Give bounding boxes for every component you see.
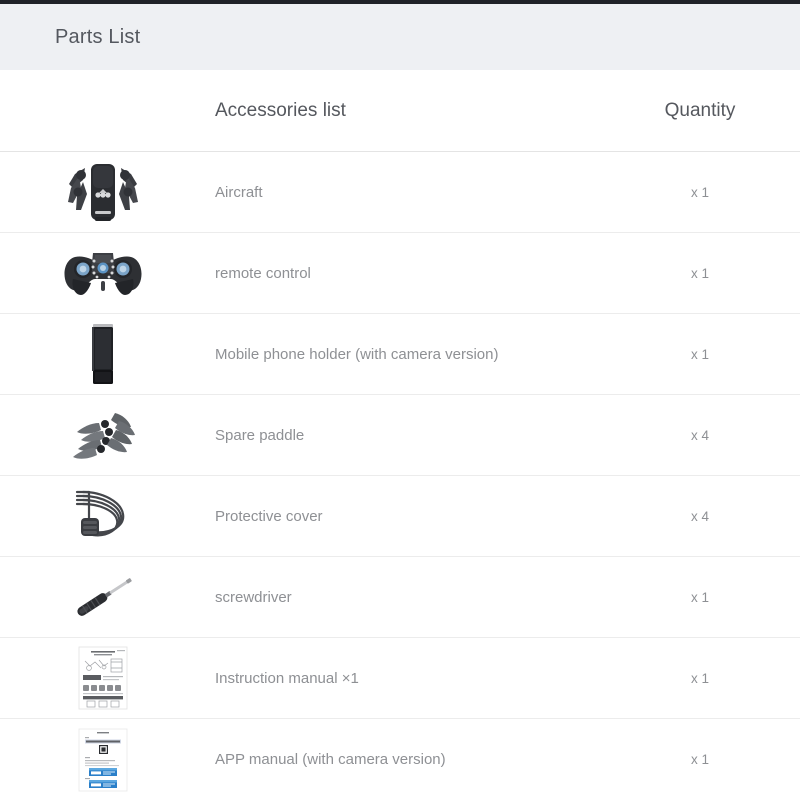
remote-control-icon xyxy=(59,239,147,307)
header-quantity: Quantity xyxy=(600,100,800,122)
row-name: Spare paddle xyxy=(205,427,600,444)
drone-folded-icon xyxy=(59,158,147,226)
thumbnail-cell xyxy=(0,314,205,394)
row-quantity: x 4 xyxy=(600,509,800,524)
table-header-row: Accessories list Quantity xyxy=(0,70,800,152)
header-accessories-list: Accessories list xyxy=(205,100,600,122)
row-name: screwdriver xyxy=(205,589,600,606)
row-quantity: x 4 xyxy=(600,428,800,443)
row-name: Protective cover xyxy=(205,508,600,525)
thumbnail-cell xyxy=(0,557,205,637)
app-manual-icon xyxy=(59,726,147,794)
thumbnail-cell xyxy=(0,719,205,800)
parts-list-page: Parts List Accessories list Quantity xyxy=(0,0,800,800)
row-name: Instruction manual ×1 xyxy=(205,670,600,687)
page-header: Parts List xyxy=(0,4,800,70)
page-title: Parts List xyxy=(55,26,140,49)
prop-guard-cell xyxy=(0,476,205,556)
row-quantity: x 1 xyxy=(600,671,800,686)
table-row[interactable]: Spare paddle x 4 xyxy=(0,395,800,476)
header-thumbnail-cell xyxy=(0,70,205,151)
table-row[interactable]: screwdriver x 1 xyxy=(0,557,800,638)
propeller-blades-icon xyxy=(59,401,147,469)
thumbnail-cell xyxy=(0,395,205,475)
row-quantity: x 1 xyxy=(600,590,800,605)
table-row[interactable]: Instruction manual ×1 x 1 xyxy=(0,638,800,719)
screwdriver-icon xyxy=(59,563,147,631)
thumbnail-cell xyxy=(0,152,205,232)
table-row[interactable]: Aircraft x 1 xyxy=(0,152,800,233)
table-row[interactable]: APP manual (with camera version) x 1 xyxy=(0,719,800,800)
thumbnail-cell xyxy=(0,638,205,718)
row-quantity: x 1 xyxy=(600,752,800,767)
row-name: Aircraft xyxy=(205,184,600,201)
row-name: APP manual (with camera version) xyxy=(205,751,600,768)
thumbnail-cell xyxy=(0,233,205,313)
table-row[interactable]: Mobile phone holder (with camera version… xyxy=(0,314,800,395)
prop-guard-icon xyxy=(59,482,147,550)
row-quantity: x 1 xyxy=(600,185,800,200)
row-name: Mobile phone holder (with camera version… xyxy=(205,346,600,363)
table-row[interactable]: Protective cover x 4 xyxy=(0,476,800,557)
row-quantity: x 1 xyxy=(600,266,800,281)
row-name: remote control xyxy=(205,265,600,282)
row-quantity: x 1 xyxy=(600,347,800,362)
instruction-manual-icon xyxy=(59,644,147,712)
phone-holder-icon xyxy=(59,320,147,388)
table-row[interactable]: remote control x 1 xyxy=(0,233,800,314)
parts-table: Accessories list Quantity xyxy=(0,70,800,800)
